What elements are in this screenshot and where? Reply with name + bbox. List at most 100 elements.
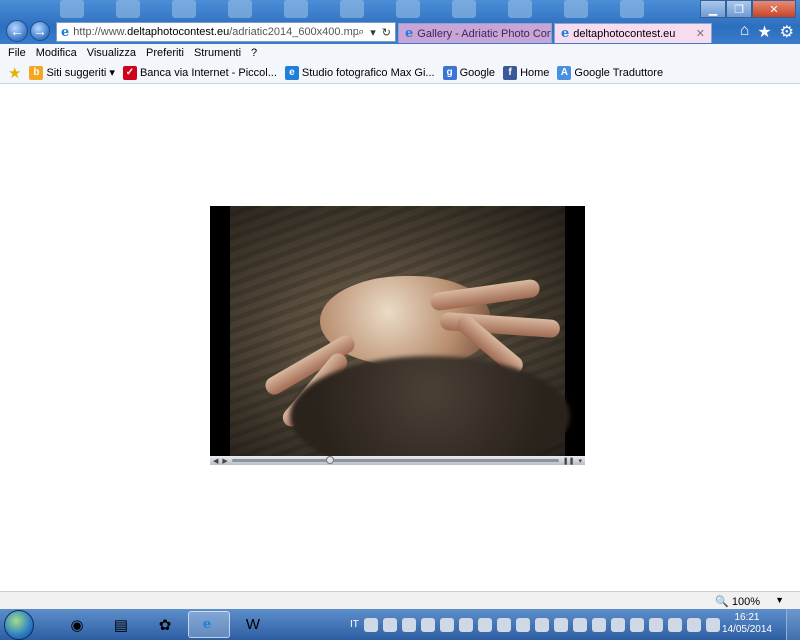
- favorite-studio-fotografico[interactable]: e Studio fotografico Max Gi...: [284, 65, 435, 80]
- favorite-label: Google Traduttore: [574, 66, 664, 79]
- tray-icon[interactable]: [610, 617, 625, 632]
- close-window-button[interactable]: ✕: [752, 0, 796, 18]
- seek-bar[interactable]: [231, 456, 559, 464]
- desktop-icons-strip: [60, 0, 700, 20]
- app-icon: ✿: [158, 616, 172, 634]
- address-tools: ⌕ ▾ ↻: [358, 26, 395, 39]
- ie-task[interactable]: e: [188, 611, 230, 638]
- desktop-icon: [228, 0, 252, 18]
- refresh-icon[interactable]: ↻: [382, 26, 391, 39]
- app-task[interactable]: ✿: [144, 611, 186, 638]
- tab-deltaphotocontest[interactable]: e deltaphotocontest.eu ✕: [554, 23, 712, 43]
- tray-icon[interactable]: [496, 617, 511, 632]
- bank-icon: ✓: [122, 65, 137, 80]
- favorites-bar: ★ b Siti suggeriti ▾ ✓ Banca via Interne…: [0, 62, 800, 84]
- google-icon: g: [442, 65, 457, 80]
- favorite-google-traduttore[interactable]: A Google Traduttore: [557, 65, 664, 80]
- favorite-label: Google: [459, 66, 496, 79]
- forward-button[interactable]: →: [30, 21, 50, 41]
- zoom-icon: 🔍: [715, 596, 729, 608]
- menu-visualizza[interactable]: Visualizza: [87, 47, 136, 59]
- favorite-label: Siti suggeriti ▾: [46, 67, 115, 79]
- tab-label: Gallery - Adriatic Photo Contest: [417, 27, 552, 40]
- tray-icon[interactable]: [534, 617, 549, 632]
- volume-icon[interactable]: ◀: [213, 457, 218, 465]
- show-desktop-button[interactable]: [786, 609, 800, 640]
- seek-thumb[interactable]: [325, 456, 334, 464]
- home-icon[interactable]: ⌂: [740, 22, 750, 42]
- translate-icon: A: [557, 65, 572, 80]
- close-tab-icon[interactable]: ✕: [696, 27, 705, 40]
- tray-icon[interactable]: [382, 617, 397, 632]
- favorites-star-icon[interactable]: ★: [8, 64, 21, 82]
- tray-icon[interactable]: [439, 617, 454, 632]
- menu-file[interactable]: File: [8, 47, 26, 59]
- menu-help[interactable]: ?: [251, 47, 257, 59]
- word-icon: W: [245, 616, 261, 633]
- favorite-siti-suggeriti[interactable]: b Siti suggeriti ▾: [29, 65, 115, 80]
- search-icon[interactable]: ⌕: [358, 26, 364, 39]
- restore-button[interactable]: ❐: [726, 0, 752, 18]
- gear-icon[interactable]: ⚙: [780, 22, 794, 42]
- tray-icon[interactable]: [705, 617, 720, 632]
- video-controls: ◀ ▶ ❚❚ ▾: [210, 456, 585, 465]
- desktop-icon: [284, 0, 308, 18]
- tray-icon[interactable]: [420, 617, 435, 632]
- menu-dropdown-icon[interactable]: ▾: [578, 457, 582, 465]
- ie-page-icon: e: [61, 24, 70, 40]
- tray-icon[interactable]: [572, 617, 587, 632]
- play-icon[interactable]: ▶: [222, 457, 227, 465]
- menu-bar: File Modifica Visualizza Preferiti Strum…: [0, 44, 800, 62]
- status-bar: 🔍 100% ▼: [0, 591, 800, 609]
- zoom-level[interactable]: 🔍 100%: [715, 595, 760, 608]
- favorite-home[interactable]: f Home: [503, 65, 549, 80]
- address-bar[interactable]: e http://www.deltaphotocontest.eu/adriat…: [56, 22, 396, 42]
- clock[interactable]: 16:21 14/05/2014: [722, 612, 772, 636]
- tray-icon[interactable]: [458, 617, 473, 632]
- menu-modifica[interactable]: Modifica: [36, 47, 77, 59]
- back-button[interactable]: ←: [6, 20, 28, 42]
- tab-gallery[interactable]: e Gallery - Adriatic Photo Contest: [398, 23, 552, 43]
- favorite-label: Studio fotografico Max Gi...: [301, 66, 435, 79]
- minimize-button[interactable]: ▁: [700, 0, 726, 18]
- tray-icon[interactable]: [629, 617, 644, 632]
- favorite-google[interactable]: g Google: [442, 65, 496, 80]
- tray-icon[interactable]: [648, 617, 663, 632]
- menu-preferiti[interactable]: Preferiti: [146, 47, 184, 59]
- taskbar: ◉ ▤ ✿ e W IT 16:21 14/05/2014: [0, 609, 800, 640]
- favorite-banca[interactable]: ✓ Banca via Internet - Piccol...: [122, 65, 277, 80]
- desktop-icon: [508, 0, 532, 18]
- chrome-task[interactable]: ◉: [56, 611, 98, 638]
- tray-icon[interactable]: [477, 617, 492, 632]
- tab-label: deltaphotocontest.eu: [573, 27, 676, 40]
- start-button[interactable]: [4, 610, 34, 640]
- address-url[interactable]: http://www.deltaphotocontest.eu/adriatic…: [73, 26, 358, 38]
- url-path: /adriatic2014_600x400.mp4: [229, 26, 359, 38]
- tray-icon[interactable]: [553, 617, 568, 632]
- ie-tab-icon: e: [561, 26, 570, 41]
- desktop-icon: [564, 0, 588, 18]
- word-task[interactable]: W: [232, 611, 274, 638]
- desktop-icon: [172, 0, 196, 18]
- facebook-icon: f: [503, 65, 518, 80]
- window-controls: ▁ ❐ ✕: [700, 0, 796, 18]
- video-player[interactable]: [210, 206, 585, 456]
- desktop-icon: [340, 0, 364, 18]
- menu-strumenti[interactable]: Strumenti: [194, 47, 241, 59]
- tray-icon[interactable]: [686, 617, 701, 632]
- url-domain: deltaphotocontest.eu: [127, 26, 230, 38]
- favorite-label: Banca via Internet - Piccol...: [139, 66, 277, 79]
- pause-icon[interactable]: ❚❚: [563, 457, 575, 465]
- tray-icon[interactable]: [363, 617, 378, 632]
- chrome-icon: ◉: [70, 616, 84, 634]
- language-indicator[interactable]: IT: [350, 619, 359, 630]
- tray-icon[interactable]: [401, 617, 416, 632]
- explorer-task[interactable]: ▤: [100, 611, 142, 638]
- favorites-star-icon[interactable]: ★: [757, 22, 771, 42]
- zoom-dropdown-icon[interactable]: ▼: [775, 595, 784, 605]
- dropdown-arrow-icon[interactable]: ▾: [370, 26, 376, 39]
- ie-icon: e: [202, 617, 212, 632]
- tray-icon[interactable]: [591, 617, 606, 632]
- tray-icon[interactable]: [515, 617, 530, 632]
- tray-icon[interactable]: [667, 617, 682, 632]
